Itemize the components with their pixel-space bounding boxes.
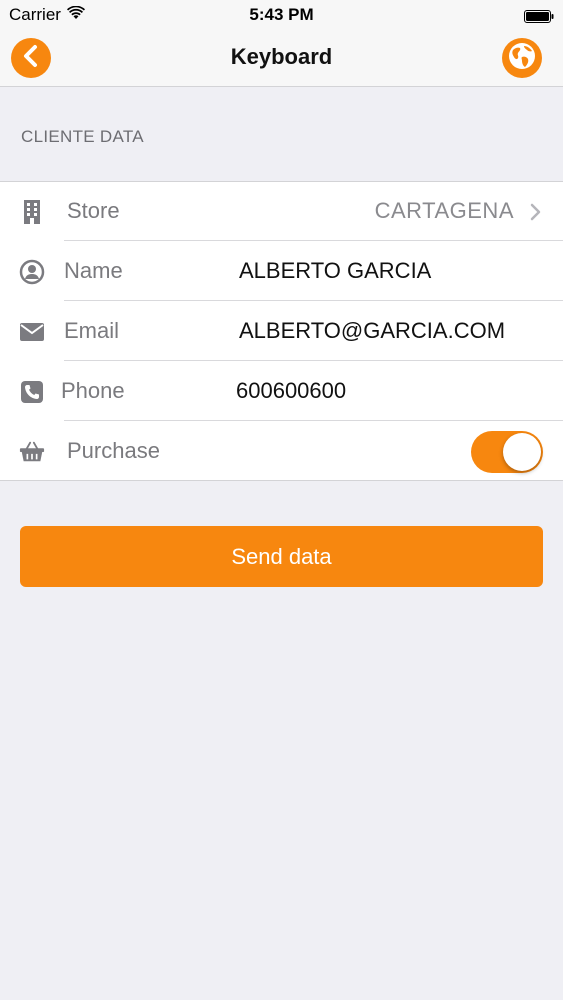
navigation-bar: Keyboard (0, 30, 563, 87)
purchase-toggle[interactable] (471, 431, 543, 473)
building-icon (19, 199, 45, 225)
chevron-right-icon (529, 202, 543, 222)
toggle-knob (503, 433, 541, 471)
store-value: CARTAGENA (374, 198, 514, 223)
name-label: Name (64, 258, 123, 283)
status-time: 5:43 PM (249, 5, 314, 24)
email-input[interactable]: ALBERTO@GARCIA.COM (239, 318, 505, 344)
section-header: CLIENTE DATA (21, 127, 144, 146)
email-label: Email (64, 318, 120, 343)
row-separator (64, 420, 563, 421)
phone-input[interactable]: 600600600 (236, 378, 346, 404)
client-data-group: Store CARTAGENA Name ALBERTO GARCIA Emai… (0, 181, 563, 481)
phone-row: Phone 600600600 (0, 362, 563, 421)
battery-icon (524, 8, 554, 23)
row-separator (64, 360, 563, 361)
basket-icon (19, 439, 45, 465)
name-input[interactable]: ALBERTO GARCIA (239, 258, 431, 284)
purchase-label: Purchase (67, 438, 160, 463)
envelope-icon (19, 319, 45, 345)
page-title: Keyboard (230, 44, 333, 69)
name-row: Name ALBERTO GARCIA (0, 242, 563, 301)
status-bar: Carrier 5:43 PM (0, 0, 563, 30)
store-row[interactable]: Store CARTAGENA (0, 182, 563, 241)
user-icon (19, 259, 45, 285)
phone-label: Phone (61, 378, 125, 403)
purchase-row: Purchase (0, 422, 563, 481)
row-separator (64, 300, 563, 301)
email-row: Email ALBERTO@GARCIA.COM (0, 302, 563, 361)
globe-icon (507, 41, 537, 76)
row-separator (64, 240, 563, 241)
store-label: Store (67, 198, 120, 223)
phone-icon (19, 379, 45, 405)
send-data-label: Send data (231, 543, 332, 569)
globe-button[interactable] (502, 38, 542, 78)
send-data-button[interactable]: Send data (20, 526, 543, 587)
